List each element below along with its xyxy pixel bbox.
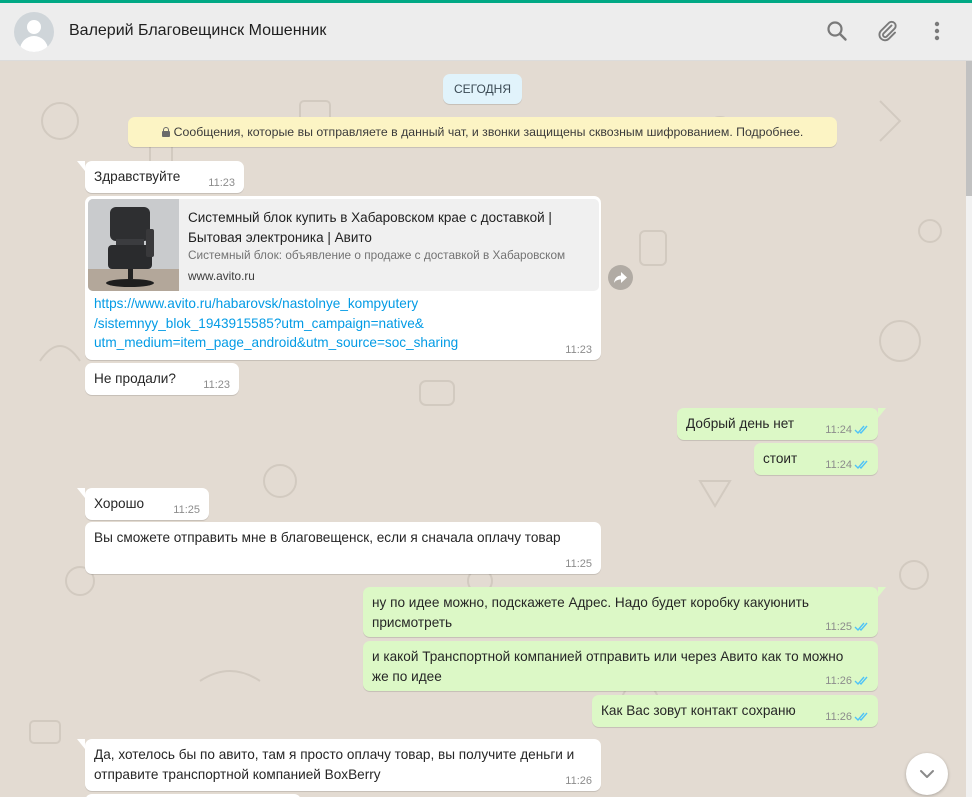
message-time: 11:24 — [825, 424, 852, 436]
paperclip-icon[interactable] — [874, 18, 900, 44]
message-bubble[interactable]: Да, хотелось бы по авито, там я просто о… — [77, 739, 601, 791]
message-time: 11:25 — [565, 558, 592, 570]
message-time: 11:25 — [173, 504, 200, 516]
preview-description: Системный блок: объявление о продаже с д… — [188, 248, 566, 262]
read-ticks-icon — [854, 425, 868, 435]
message-time: 11:26 — [825, 675, 852, 687]
avatar[interactable] — [14, 12, 54, 52]
encryption-notice-text: Сообщения, которые вы отправляете в данн… — [173, 125, 804, 139]
read-ticks-icon — [854, 622, 868, 632]
message-time: 11:26 — [565, 775, 592, 787]
message-text: и какой Транспортной компанией отправить… — [372, 649, 844, 684]
link-preview[interactable]: Системный блок купить в Хабаровском крае… — [88, 199, 599, 291]
message-text: Добрый день нет — [686, 416, 795, 431]
message-time: 11:23 — [208, 177, 235, 189]
link-message-bubble[interactable]: Системный блок купить в Хабаровском крае… — [85, 196, 601, 360]
day-label: СЕГОДНЯ — [443, 74, 522, 104]
chat-header: Валерий Благовещинск Мошенник — [0, 3, 972, 61]
message-bubble[interactable]: ну по идее можно, подскажете Адрес. Надо… — [363, 587, 886, 637]
message-text: Как Вас зовут контакт сохраню — [601, 703, 796, 718]
message-text: ну по идее можно, подскажете Адрес. Надо… — [372, 595, 809, 630]
scrollbar[interactable] — [966, 61, 972, 797]
message-bubble[interactable]: и какой Транспортной компанией отправить… — [363, 641, 878, 691]
message-text: стоит — [763, 451, 798, 466]
message-text: Не продали? — [94, 371, 176, 386]
message-link[interactable]: https://www.avito.ru/habarovsk/nastolnye… — [94, 294, 458, 353]
message-time: 11:24 — [825, 459, 852, 471]
message-bubble[interactable]: Добрый день нет 11:24 — [677, 408, 886, 440]
encryption-notice[interactable]: Сообщения, которые вы отправляете в данн… — [128, 117, 837, 147]
message-bubble[interactable]: Хорошо 11:25 — [77, 488, 209, 520]
message-bubble[interactable]: Как Вас зовут контакт сохраню 11:26 — [592, 695, 878, 727]
contact-name[interactable]: Валерий Благовещинск Мошенник — [69, 22, 326, 40]
search-icon[interactable] — [824, 18, 850, 44]
message-text: Здравствуйте — [94, 169, 181, 184]
scroll-down-button[interactable] — [906, 753, 948, 795]
menu-dots-icon[interactable] — [924, 18, 950, 44]
message-time: 11:23 — [565, 344, 592, 356]
chevron-down-icon — [920, 770, 934, 778]
message-bubble[interactable]: Не продали? 11:23 — [85, 363, 239, 395]
preview-domain: www.avito.ru — [188, 269, 255, 283]
message-bubble[interactable]: Здравствуйте 11:23 — [77, 161, 244, 193]
message-bubble[interactable]: Вы сможете отправить мне в благовещенск,… — [85, 522, 601, 574]
preview-thumbnail — [88, 199, 179, 291]
message-text: Да, хотелось бы по авито, там я просто о… — [94, 747, 575, 782]
message-text: Хорошо — [94, 496, 145, 511]
message-text: Вы сможете отправить мне в благовещенск,… — [94, 530, 561, 545]
message-time: 11:25 — [825, 621, 852, 633]
preview-title: Системный блок купить в Хабаровском крае… — [188, 210, 552, 245]
chat-area[interactable]: СЕГОДНЯ Сообщения, которые вы отправляет… — [0, 61, 966, 797]
message-time: 11:23 — [203, 379, 230, 391]
read-ticks-icon — [854, 676, 868, 686]
read-ticks-icon — [854, 712, 868, 722]
forward-icon[interactable] — [608, 265, 633, 290]
lock-icon — [161, 127, 170, 137]
scrollbar-thumb[interactable] — [966, 61, 972, 196]
read-ticks-icon — [854, 460, 868, 470]
message-bubble[interactable]: стоит 11:24 — [754, 443, 878, 475]
message-time: 11:26 — [825, 711, 852, 723]
